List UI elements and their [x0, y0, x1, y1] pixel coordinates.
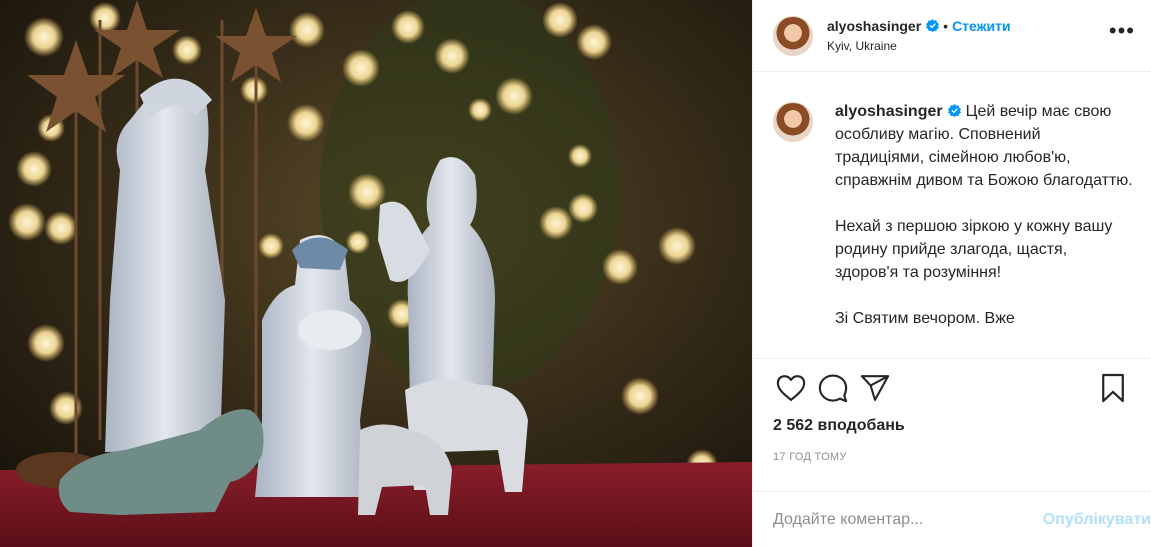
post-header: alyoshasinger • Стежити Kyiv, Ukraine ••…: [753, 0, 1151, 72]
verified-badge-icon: [926, 19, 940, 32]
share-button[interactable]: [855, 368, 895, 408]
caption-username[interactable]: alyoshasinger: [835, 103, 943, 120]
location-link[interactable]: Kyiv, Ukraine: [827, 37, 1109, 55]
separator-dot: •: [943, 17, 949, 34]
likes-count[interactable]: 2 562 вподобань: [753, 417, 1151, 439]
action-bar: [753, 359, 1151, 417]
avatar[interactable]: [773, 15, 813, 56]
comment-input[interactable]: [773, 510, 1043, 529]
caption: alyoshasinger Цей вечір має свою особлив…: [835, 100, 1133, 358]
header-row: alyoshasinger • Стежити: [827, 17, 1109, 35]
header-text: alyoshasinger • Стежити Kyiv, Ukraine: [827, 17, 1109, 55]
bookmark-icon: [1102, 373, 1124, 403]
more-horizontal-icon[interactable]: •••: [1109, 19, 1135, 46]
comment-icon: [818, 374, 848, 403]
caption-avatar[interactable]: [773, 102, 813, 142]
add-comment-bar: Опублікувати: [753, 491, 1151, 547]
post-side-panel: alyoshasinger • Стежити Kyiv, Ukraine ••…: [752, 0, 1151, 547]
comments-area[interactable]: alyoshasinger Цей вечір має свою особлив…: [753, 72, 1151, 359]
post-timestamp[interactable]: 17 ГОД ТОМУ: [753, 451, 1151, 463]
follow-button[interactable]: Стежити: [952, 17, 1011, 35]
comment-button[interactable]: [813, 368, 853, 408]
post-photo[interactable]: [0, 0, 752, 547]
instagram-post: alyoshasinger • Стежити Kyiv, Ukraine ••…: [0, 0, 1151, 547]
caption-paragraph-2: Нехай з першою зіркою у кожну вашу родин…: [835, 218, 1113, 281]
save-button[interactable]: [1093, 368, 1133, 408]
heart-icon: [776, 375, 806, 401]
caption-paragraph-1: alyoshasinger Цей вечір має свою особлив…: [835, 100, 1133, 192]
publish-button[interactable]: Опублікувати: [1043, 511, 1151, 529]
nativity-scene-image: [0, 0, 752, 547]
verified-badge-icon: [947, 104, 961, 117]
share-icon: [860, 375, 890, 401]
like-button[interactable]: [771, 368, 811, 408]
username-link[interactable]: alyoshasinger: [827, 17, 921, 35]
caption-paragraph-3: Зі Святим вечором. Вже: [835, 310, 1015, 327]
